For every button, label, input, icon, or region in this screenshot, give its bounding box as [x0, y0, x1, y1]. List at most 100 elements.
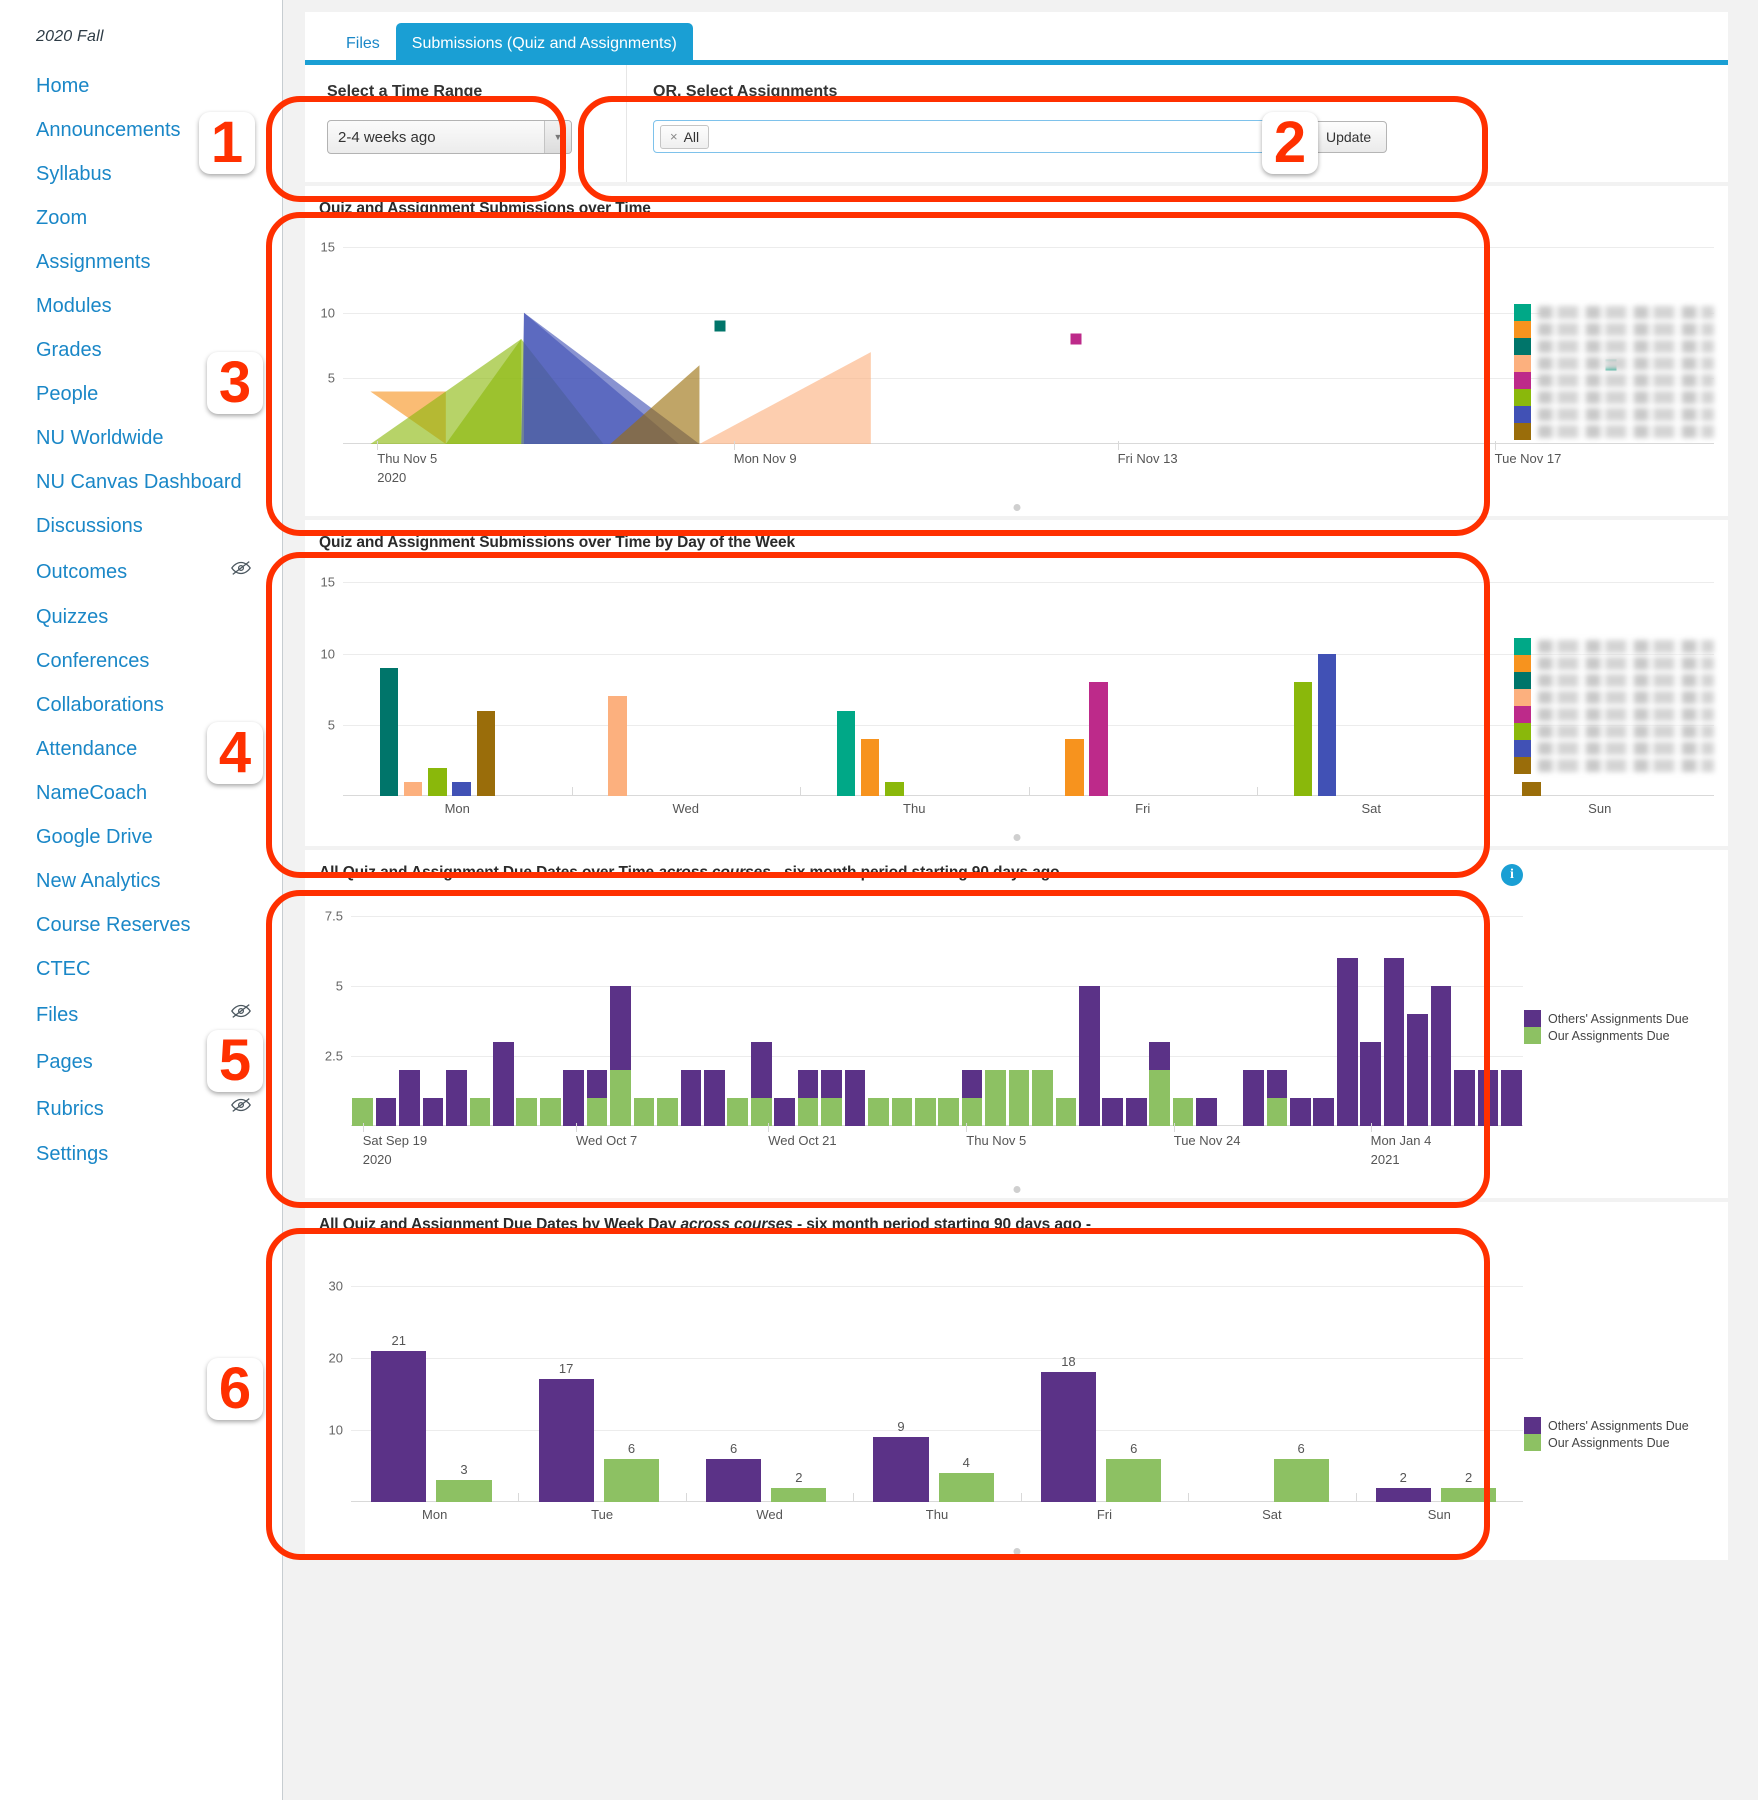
- legend-item[interactable]: [1514, 423, 1714, 440]
- sidebar-item-label: Outcomes: [36, 560, 128, 583]
- bar-others-assignments-due: [1477, 1070, 1499, 1126]
- sidebar-item-home[interactable]: Home: [0, 64, 282, 108]
- legend-label: [1538, 408, 1714, 421]
- legend-item[interactable]: [1514, 706, 1714, 723]
- legend-item[interactable]: [1514, 740, 1714, 757]
- y-axis-tick-label: 30: [328, 1278, 343, 1294]
- legend-item[interactable]: [1514, 638, 1714, 655]
- x-axis-tick: [733, 441, 735, 450]
- bar-thu-ours: [938, 1473, 994, 1502]
- x-axis-tick-label: Wed Oct 21: [768, 1133, 837, 1148]
- bar-others-assignments-due: [610, 986, 631, 1070]
- sidebar-item-modules[interactable]: Modules: [0, 284, 282, 328]
- y-axis-tick-label: 10: [320, 646, 335, 661]
- x-axis-tick: [685, 1493, 687, 1502]
- chart-title-main: All Quiz and Assignment Due Dates over T…: [319, 864, 659, 881]
- sidebar-item-quizzes[interactable]: Quizzes: [0, 595, 282, 639]
- legend-swatch: [1514, 638, 1531, 655]
- sidebar-item-zoom[interactable]: Zoom: [0, 196, 282, 240]
- sidebar-item-outcomes[interactable]: Outcomes: [0, 548, 282, 595]
- gridline: [351, 916, 1523, 917]
- course-nav-list: Home Announcements Syllabus Zoom Assignments…: [0, 64, 282, 1176]
- x-axis-tick: [518, 1493, 520, 1502]
- sidebar-item-course-reserves[interactable]: Course Reserves: [0, 903, 282, 947]
- legend-item[interactable]: [1514, 672, 1714, 689]
- update-button[interactable]: Update: [1310, 120, 1388, 153]
- sidebar-item-label: Collaborations: [36, 694, 164, 716]
- bar-fri: [1065, 739, 1084, 796]
- gridline: [343, 582, 1714, 584]
- bar-others-assignments-due: [1313, 1098, 1335, 1126]
- legend-swatch: [1514, 706, 1531, 723]
- bar-others-assignments-due: [774, 1098, 795, 1126]
- legend-item[interactable]: [1514, 723, 1714, 740]
- chart-legend: Others' Assignments Due Our Assignments D…: [1524, 1010, 1714, 1044]
- sidebar-item-ctec[interactable]: CTEC: [0, 947, 282, 991]
- legend-item[interactable]: [1514, 689, 1714, 706]
- x-axis-tick-label: Mon Nov 9: [733, 451, 797, 466]
- tab-files[interactable]: Files: [330, 23, 396, 65]
- chart-title-main: All Quiz and Assignment Due Dates by Wee…: [319, 1216, 681, 1233]
- time-range-select[interactable]: 2-4 weeks ago: [327, 120, 572, 154]
- sidebar-item-google-drive[interactable]: Google Drive: [0, 815, 282, 859]
- bar-our-assignments-due: [797, 1098, 819, 1126]
- carousel-dot[interactable]: [1013, 1186, 1020, 1193]
- legend-label: [1538, 742, 1714, 755]
- assignment-token-all[interactable]: × All: [660, 124, 710, 149]
- sidebar-item-nu-canvas-dashboard[interactable]: NU Canvas Dashboard: [0, 460, 282, 504]
- info-icon[interactable]: i: [1501, 864, 1523, 886]
- course-navigation-sidebar: 2020 Fall Home Announcements Syllabus Zoom A…: [0, 0, 283, 1800]
- bar-thu: [885, 781, 904, 796]
- sidebar-item-settings[interactable]: Settings: [0, 1132, 282, 1176]
- legend-item[interactable]: Others' Assignments Due: [1524, 1010, 1714, 1027]
- remove-token-icon[interactable]: ×: [670, 129, 678, 144]
- legend-label: [1538, 306, 1714, 319]
- bar-our-assignments-due: [1055, 1098, 1077, 1126]
- legend-item[interactable]: [1514, 389, 1714, 406]
- bar-others-assignments-due: [1430, 986, 1452, 1126]
- sidebar-item-label: Quizzes: [36, 606, 109, 628]
- carousel-dot[interactable]: [1013, 834, 1020, 841]
- legend-item[interactable]: Our Assignments Due: [1524, 1434, 1714, 1451]
- legend-item[interactable]: [1514, 406, 1714, 423]
- sidebar-item-nu-worldwide[interactable]: NU Worldwide: [0, 416, 282, 460]
- sidebar-item-conferences[interactable]: Conferences: [0, 639, 282, 683]
- bar-our-assignments-due: [985, 1070, 1006, 1126]
- sidebar-item-label: Zoom: [36, 207, 88, 229]
- legend-item[interactable]: [1514, 655, 1714, 672]
- bar-fri-ours: [1106, 1458, 1162, 1502]
- bar-sun-others: [1375, 1487, 1431, 1502]
- sidebar-item-assignments[interactable]: Assignments: [0, 240, 282, 284]
- legend-item[interactable]: Our Assignments Due: [1524, 1027, 1714, 1044]
- bar-others-assignments-due: [1407, 1014, 1428, 1126]
- legend-label: Others' Assignments Due: [1548, 1011, 1689, 1026]
- legend-item[interactable]: [1514, 372, 1714, 389]
- tab-submissions[interactable]: Submissions (Quiz and Assignments): [395, 23, 693, 65]
- bar-others-assignments-due: [797, 1070, 819, 1098]
- annotation-badge-1: 1: [199, 112, 255, 174]
- bar-others-assignments-due: [844, 1070, 866, 1126]
- legend-item[interactable]: [1514, 355, 1714, 372]
- carousel-dot[interactable]: [1013, 504, 1020, 511]
- sidebar-item-new-analytics[interactable]: New Analytics: [0, 859, 282, 903]
- legend-swatch: [1514, 372, 1531, 389]
- legend-item[interactable]: Others' Assignments Due: [1524, 1417, 1714, 1434]
- bar-value-label: 2: [1399, 1469, 1407, 1485]
- legend-label: [1538, 674, 1714, 687]
- bar-others-assignments-due: [1196, 1098, 1217, 1126]
- carousel-dot[interactable]: [1013, 1548, 1020, 1555]
- legend-item[interactable]: [1514, 321, 1714, 338]
- sidebar-item-discussions[interactable]: Discussions: [0, 504, 282, 548]
- main-content: Files Submissions (Quiz and Assignments) …: [283, 0, 1758, 1800]
- area-series-peach: [699, 352, 871, 444]
- x-axis-tick: [576, 1123, 578, 1132]
- bar-mon: [403, 781, 423, 796]
- hidden-from-students-eye-icon: [230, 1094, 252, 1123]
- legend-item[interactable]: [1514, 338, 1714, 355]
- legend-swatch: [1514, 304, 1531, 321]
- legend-item[interactable]: [1514, 304, 1714, 321]
- bar-value-label: 6: [729, 1440, 738, 1456]
- legend-swatch: [1514, 389, 1531, 406]
- assignment-multiselect[interactable]: × All: [653, 120, 1288, 153]
- legend-item[interactable]: [1514, 757, 1714, 774]
